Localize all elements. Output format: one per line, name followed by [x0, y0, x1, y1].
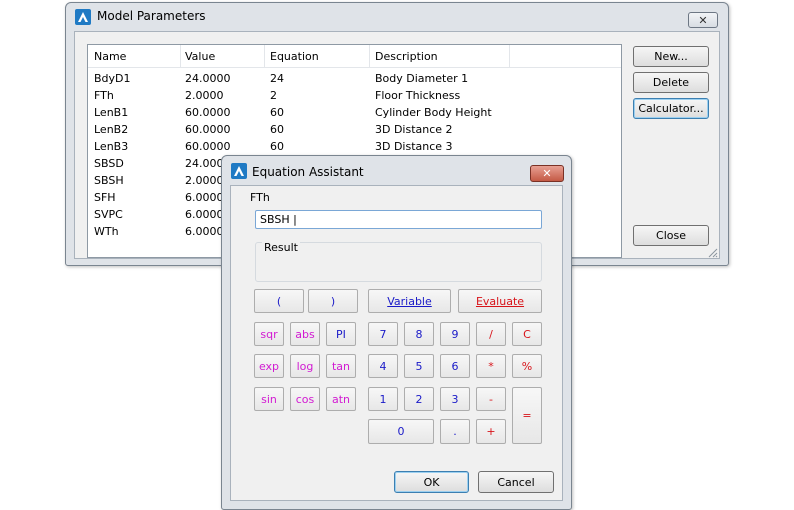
- table-row[interactable]: LenB1 60.0000 60 Cylinder Body Height: [88, 104, 621, 121]
- divide-button[interactable]: /: [476, 322, 506, 346]
- cell-value: 60.0000: [185, 123, 231, 136]
- digit-6-button[interactable]: 6: [440, 354, 470, 378]
- cell-value: 6.0000: [185, 191, 224, 204]
- variable-button[interactable]: Variable: [368, 289, 451, 313]
- cell-value: 2.0000: [185, 174, 224, 187]
- exp-button[interactable]: exp: [254, 354, 284, 378]
- ok-button[interactable]: OK: [394, 471, 469, 493]
- log-button[interactable]: log: [290, 354, 320, 378]
- digit-1-button[interactable]: 1: [368, 387, 398, 411]
- close-icon: ✕: [698, 13, 708, 27]
- cell-equation: 60: [270, 106, 284, 119]
- close-dialog-button[interactable]: ✕: [530, 165, 564, 182]
- equals-button[interactable]: =: [512, 387, 542, 444]
- new-parameter-button[interactable]: New...: [633, 46, 709, 67]
- table-header: Name Value Equation Description: [88, 45, 621, 68]
- close-paren-button[interactable]: ): [308, 289, 358, 313]
- decimal-point-button[interactable]: .: [440, 419, 470, 444]
- resize-grip-icon[interactable]: [706, 246, 718, 258]
- cos-button[interactable]: cos: [290, 387, 320, 411]
- digit-3-button[interactable]: 3: [440, 387, 470, 411]
- cell-name: SFH: [94, 191, 116, 204]
- digit-2-button[interactable]: 2: [404, 387, 434, 411]
- clear-button[interactable]: C: [512, 322, 542, 346]
- digit-9-button[interactable]: 9: [440, 322, 470, 346]
- cell-equation: 60: [270, 123, 284, 136]
- open-paren-button[interactable]: (: [254, 289, 304, 313]
- cell-name: BdyD1: [94, 72, 131, 85]
- close-window-button[interactable]: ✕: [688, 12, 718, 28]
- cell-value: 24.0000: [185, 72, 231, 85]
- cell-description: Floor Thickness: [375, 89, 461, 102]
- window-title: Model Parameters: [97, 9, 206, 23]
- app-logo-icon: [75, 9, 91, 25]
- column-header-value[interactable]: Value: [185, 50, 215, 63]
- digit-7-button[interactable]: 7: [368, 322, 398, 346]
- cancel-button[interactable]: Cancel: [478, 471, 554, 493]
- column-divider[interactable]: [180, 45, 181, 67]
- column-header-name[interactable]: Name: [94, 50, 126, 63]
- expression-input[interactable]: SBSH |: [255, 210, 542, 229]
- model-parameters-titlebar[interactable]: Model Parameters ✕: [66, 3, 728, 31]
- table-row[interactable]: FTh 2.0000 2 Floor Thickness: [88, 87, 621, 104]
- parameter-name-label: FTh: [250, 191, 270, 204]
- atn-button[interactable]: atn: [326, 387, 356, 411]
- column-header-description[interactable]: Description: [375, 50, 438, 63]
- digit-8-button[interactable]: 8: [404, 322, 434, 346]
- table-row[interactable]: BdyD1 24.0000 24 Body Diameter 1: [88, 70, 621, 87]
- equation-assistant-titlebar[interactable]: Equation Assistant ✕: [222, 156, 571, 184]
- plus-button[interactable]: +: [476, 419, 506, 444]
- digit-0-button[interactable]: 0: [368, 419, 434, 444]
- dialog-title: Equation Assistant: [252, 165, 364, 179]
- cell-name: LenB3: [94, 140, 129, 153]
- cell-name: LenB2: [94, 123, 129, 136]
- cell-description: 3D Distance 2: [375, 123, 453, 136]
- column-divider[interactable]: [509, 45, 510, 67]
- cell-value: 6.0000: [185, 208, 224, 221]
- sqr-button[interactable]: sqr: [254, 322, 284, 346]
- pi-button[interactable]: PI: [326, 322, 356, 346]
- table-row[interactable]: LenB2 60.0000 60 3D Distance 2: [88, 121, 621, 138]
- cell-equation: 2: [270, 89, 277, 102]
- minus-button[interactable]: -: [476, 387, 506, 411]
- app-logo-icon: [231, 163, 247, 179]
- column-divider[interactable]: [369, 45, 370, 67]
- cell-name: FTh: [94, 89, 114, 102]
- close-button[interactable]: Close: [633, 225, 709, 246]
- cell-description: Cylinder Body Height: [375, 106, 492, 119]
- equation-assistant-dialog: Equation Assistant ✕ FTh SBSH | Result (…: [221, 155, 572, 510]
- cell-name: LenB1: [94, 106, 129, 119]
- abs-button[interactable]: abs: [290, 322, 320, 346]
- cell-equation: 60: [270, 140, 284, 153]
- delete-parameter-button[interactable]: Delete: [633, 72, 709, 93]
- cell-name: SVPC: [94, 208, 123, 221]
- result-groupbox: Result: [255, 241, 542, 282]
- digit-5-button[interactable]: 5: [404, 354, 434, 378]
- percent-button[interactable]: %: [512, 354, 542, 378]
- digit-4-button[interactable]: 4: [368, 354, 398, 378]
- tan-button[interactable]: tan: [326, 354, 356, 378]
- evaluate-button[interactable]: Evaluate: [458, 289, 542, 313]
- sin-button[interactable]: sin: [254, 387, 284, 411]
- cell-equation: 24: [270, 72, 284, 85]
- cell-value: 6.0000: [185, 225, 224, 238]
- cell-description: 3D Distance 3: [375, 140, 453, 153]
- cell-value: 2.0000: [185, 89, 224, 102]
- column-divider[interactable]: [264, 45, 265, 67]
- expression-text: SBSH |: [260, 213, 297, 226]
- equation-assistant-body: FTh SBSH | Result ( ) Variable Evaluate …: [230, 185, 563, 501]
- cell-value: 60.0000: [185, 106, 231, 119]
- cell-name: SBSH: [94, 174, 124, 187]
- cell-name: WTh: [94, 225, 119, 238]
- calculator-button[interactable]: Calculator...: [633, 98, 709, 119]
- cell-name: SBSD: [94, 157, 124, 170]
- multiply-button[interactable]: *: [476, 354, 506, 378]
- close-icon: ✕: [542, 167, 552, 180]
- column-header-equation[interactable]: Equation: [270, 50, 319, 63]
- cell-value: 60.0000: [185, 140, 231, 153]
- table-row[interactable]: LenB3 60.0000 60 3D Distance 3: [88, 138, 621, 155]
- cell-description: Body Diameter 1: [375, 72, 469, 85]
- result-label: Result: [262, 241, 300, 254]
